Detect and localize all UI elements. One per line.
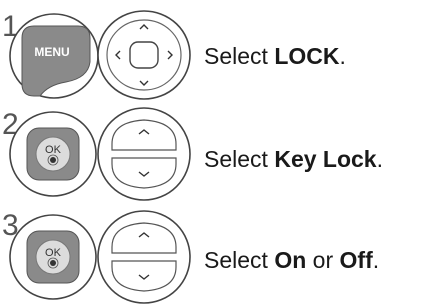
step-2-instruction: Select Key Lock. <box>204 146 383 172</box>
step-1-instruction: Select LOCK. <box>204 43 346 69</box>
up-down-buttons-icon <box>97 210 191 304</box>
ok-button-label: OK <box>45 247 62 259</box>
menu-button-label: MENU <box>34 45 69 59</box>
navigation-pad-icon <box>97 10 191 100</box>
step-3-instruction: Select On or Off. <box>204 247 380 273</box>
step-2: 2 OK Select Key Lock. <box>0 100 430 205</box>
emphasis-lock: LOCK <box>274 43 340 69</box>
emphasis-off: Off <box>339 247 373 273</box>
up-down-buttons-icon <box>97 107 191 201</box>
step-1: 1 MENU Select LOCK. <box>0 0 430 100</box>
emphasis-on: On <box>274 247 307 273</box>
step-3: 3 OK Select On or Off. <box>0 205 430 307</box>
ok-button-icon: OK <box>9 214 97 300</box>
ok-button-icon: OK <box>9 111 97 197</box>
emphasis-key-lock: Key Lock <box>274 146 377 172</box>
ok-button-label: OK <box>45 144 62 156</box>
instruction-page: 1 MENU Select LOCK. 2 OK Select Key Lock… <box>0 0 430 307</box>
menu-button-icon: MENU <box>9 13 99 99</box>
